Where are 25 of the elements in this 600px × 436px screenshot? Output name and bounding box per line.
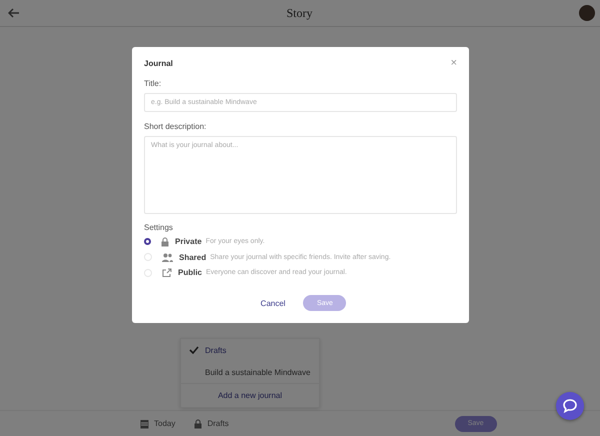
avatar[interactable] <box>578 5 595 21</box>
description-label: Short description: <box>144 122 206 131</box>
check-icon <box>189 346 199 354</box>
close-button[interactable]: × <box>450 57 457 69</box>
settings-label: Settings <box>144 223 173 232</box>
dialog-title: Journal <box>144 58 173 68</box>
back-arrow-icon[interactable] <box>8 8 20 18</box>
menu-item[interactable]: Build a sustainable Mindwave <box>181 361 319 383</box>
share-icon <box>162 268 172 278</box>
option-label: Private <box>175 237 202 246</box>
option-label: Shared <box>179 252 206 262</box>
chat-bubble-icon <box>562 398 578 414</box>
option-label: Public <box>178 268 202 278</box>
journal-label[interactable]: Drafts <box>207 419 229 428</box>
people-icon <box>162 252 173 262</box>
page-title: Story <box>286 6 312 20</box>
calendar-icon <box>140 418 149 428</box>
cancel-button[interactable]: Cancel <box>254 298 292 308</box>
lock-icon <box>194 418 202 428</box>
title-label: Title: <box>144 79 162 88</box>
lock-icon <box>161 236 169 247</box>
add-journal-button[interactable]: Add a new journal <box>181 383 319 407</box>
radio-button[interactable] <box>144 238 151 246</box>
date-label[interactable]: Today <box>154 419 176 428</box>
menu-item[interactable]: Drafts <box>181 339 319 361</box>
